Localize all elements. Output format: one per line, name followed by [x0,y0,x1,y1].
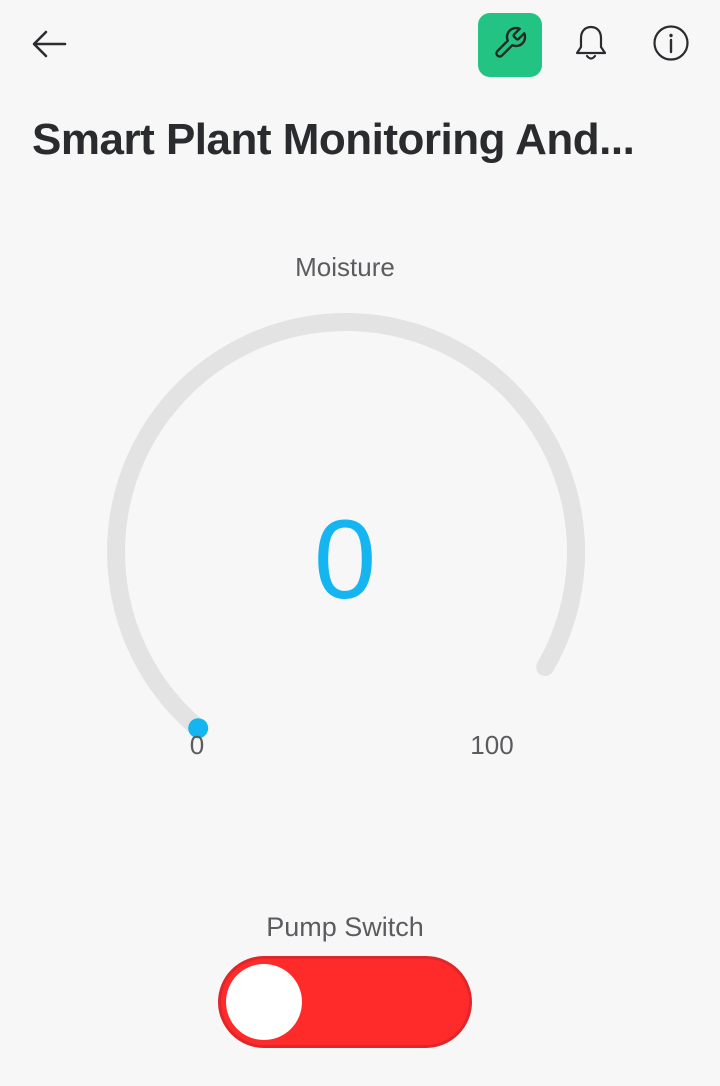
moisture-gauge [107,313,585,739]
gauge-value: 0 [313,497,377,622]
screen: Smart Plant Monitoring And... Moisture 0… [0,0,720,1086]
gauge-max-label: 100 [470,730,514,760]
pump-switch-toggle[interactable] [218,956,472,1048]
pump-switch-knob[interactable] [226,964,302,1040]
gauge-min-label: 0 [189,730,205,760]
pump-switch-label: Pump Switch [266,912,424,942]
